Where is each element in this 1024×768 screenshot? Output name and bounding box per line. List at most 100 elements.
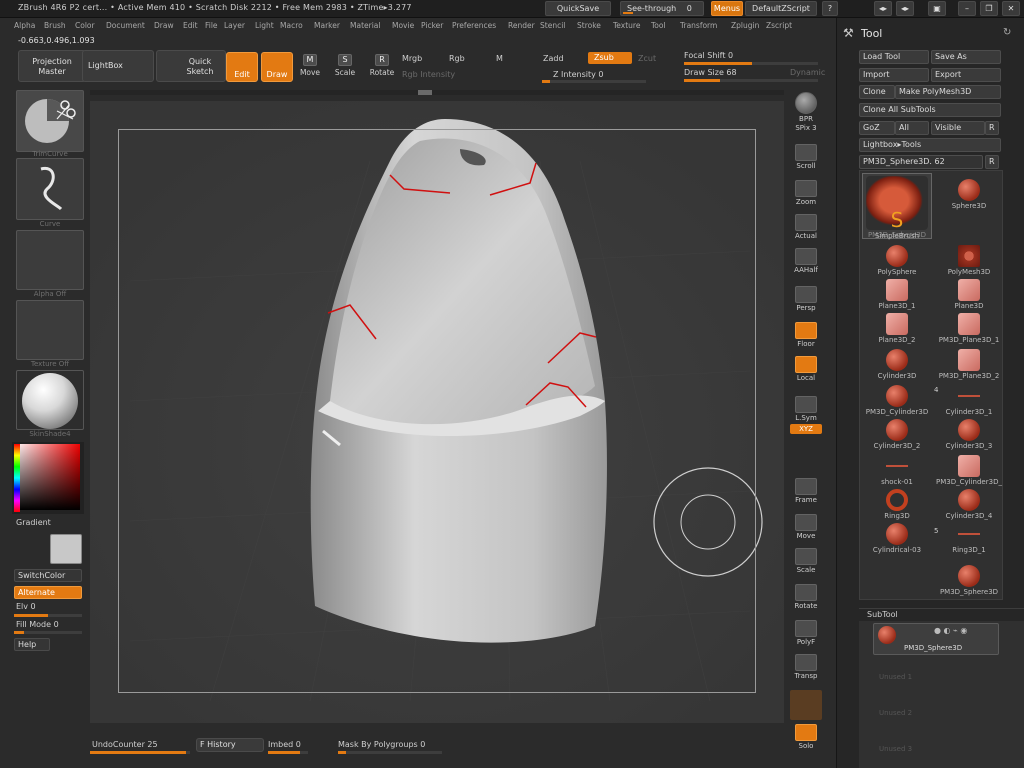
imbed-slider[interactable]: Imbed 0	[268, 740, 301, 749]
lock-icon[interactable]: ▣	[928, 1, 946, 16]
restore-icon[interactable]: ❐	[980, 1, 998, 16]
tool-item-ring3d-1[interactable]: Ring3D_1	[934, 523, 1004, 554]
projection-master-button[interactable]: Projection Master	[18, 50, 86, 82]
shelf-local-button[interactable]: Local	[790, 356, 822, 382]
alpha-thumbnail[interactable]	[16, 230, 84, 290]
zsub-button[interactable]: Zsub	[588, 52, 632, 64]
document-canvas[interactable]	[90, 101, 784, 723]
switchcolor-button[interactable]: SwitchColor	[14, 569, 82, 582]
lightbox-tools-button[interactable]: Lightbox▸Tools	[859, 138, 1001, 152]
menu-item-alpha[interactable]: Alpha	[14, 21, 35, 30]
tool-item-plane3d[interactable]: Plane3D	[934, 279, 1004, 310]
tool-item-pm3d-cylinder3d-[interactable]: PM3D_Cylinder3D_	[934, 455, 1004, 486]
mask-by-polygroups-slider[interactable]: Mask By Polygroups 0	[338, 740, 425, 749]
tool-item-cylindrical-03[interactable]: Cylindrical-03	[862, 523, 932, 554]
menu-item-brush[interactable]: Brush	[44, 21, 66, 30]
current-tool-r-button[interactable]: R	[985, 155, 999, 169]
menu-item-material[interactable]: Material	[350, 21, 380, 30]
menu-item-preferences[interactable]: Preferences	[452, 21, 496, 30]
tool-item-plane3d-2[interactable]: Plane3D_2	[862, 313, 932, 344]
tool-item-cylinder3d-4[interactable]: Cylinder3D_4	[934, 489, 1004, 520]
tool-item-pm3d-plane3d-2[interactable]: PM3D_Plane3D_2	[934, 349, 1004, 380]
close-icon[interactable]: ✕	[1002, 1, 1020, 16]
menu-item-transform[interactable]: Transform	[680, 21, 717, 30]
undo-track[interactable]	[90, 751, 190, 754]
fill-mode-slider[interactable]: Fill Mode 0	[16, 620, 59, 629]
z-intensity-slider[interactable]: Z Intensity 0	[553, 70, 603, 79]
rotate-button[interactable]: R Rotate	[368, 54, 396, 77]
scale-button[interactable]: S Scale	[333, 54, 357, 77]
f-history-button[interactable]: F History	[196, 738, 264, 752]
default-zscript-button[interactable]: DefaultZScript	[745, 1, 817, 16]
subtool-visibility-icon[interactable]: ● ◐ ⌁ ◉	[934, 626, 967, 635]
shelf-custom-slot[interactable]	[790, 690, 822, 720]
menu-item-draw[interactable]: Draw	[154, 21, 174, 30]
shelf-bpr-button[interactable]: BPR	[790, 92, 822, 123]
secondary-color-swatch[interactable]	[50, 534, 82, 564]
tool-item-cylinder3d-3[interactable]: Cylinder3D_3	[934, 419, 1004, 450]
z-intensity-track[interactable]	[542, 80, 646, 83]
shelf-spix-3-button[interactable]: SPix 3	[790, 124, 822, 132]
alternate-button[interactable]: Alternate	[14, 586, 82, 599]
menu-item-texture[interactable]: Texture	[613, 21, 640, 30]
tool-item-pm3d-cylinder3d[interactable]: PM3D_Cylinder3D	[862, 385, 932, 416]
focal-shift-slider[interactable]: Focal Shift 0	[684, 51, 733, 60]
help-button[interactable]: Help	[14, 638, 50, 651]
horizontal-scrollbar[interactable]	[90, 90, 784, 95]
tool-item-pm3d-plane3d-1[interactable]: PM3D_Plane3D_1	[934, 313, 1004, 344]
menu-item-zscript[interactable]: Zscript	[766, 21, 792, 30]
make-polymesh-button[interactable]: Make PolyMesh3D	[895, 85, 1001, 99]
subtool-item[interactable]: PM3D_Sphere3D ● ◐ ⌁ ◉	[873, 623, 999, 655]
menus-button[interactable]: Menus	[711, 1, 743, 16]
tool-item-pm3d-sphere3d[interactable]: PM3D_Sphere3D	[934, 565, 1004, 596]
tool-item-plane3d-1[interactable]: Plane3D_1	[862, 279, 932, 310]
dock-icon[interactable]: ↻	[1003, 27, 1011, 38]
menu-item-document[interactable]: Document	[106, 21, 145, 30]
load-tool-button[interactable]: Load Tool	[859, 50, 929, 64]
hue-strip[interactable]	[14, 444, 20, 512]
menu-item-layer[interactable]: Layer	[224, 21, 245, 30]
menu-item-picker[interactable]: Picker	[421, 21, 443, 30]
fill-mode-track[interactable]	[14, 631, 82, 634]
elv-slider[interactable]: Elv 0	[16, 602, 36, 611]
shelf-persp-button[interactable]: Persp	[790, 286, 822, 312]
edit-button[interactable]: Edit	[226, 52, 258, 82]
shelf-move-button[interactable]: Move	[790, 514, 822, 540]
draw-button[interactable]: Draw	[261, 52, 293, 82]
color-picker[interactable]	[12, 442, 84, 514]
m-button[interactable]: M	[496, 54, 503, 63]
tool-item-polymesh3d[interactable]: PolyMesh3D	[934, 245, 1004, 276]
minimize-icon[interactable]: –	[958, 1, 976, 16]
tool-item-ring3d[interactable]: Ring3D	[862, 489, 932, 520]
menu-item-edit[interactable]: Edit	[183, 21, 198, 30]
menu-item-tool[interactable]: Tool	[651, 21, 666, 30]
clone-button[interactable]: Clone	[859, 85, 895, 99]
elv-track[interactable]	[14, 614, 82, 617]
visible-button[interactable]: Visible	[931, 121, 985, 135]
save-as-button[interactable]: Save As	[931, 50, 1001, 64]
menu-item-color[interactable]: Color	[75, 21, 95, 30]
mask-by-polygroups-track[interactable]	[338, 751, 442, 754]
brush-thumbnail[interactable]	[16, 90, 84, 152]
shelf-rotate-button[interactable]: Rotate	[790, 584, 822, 610]
tool-item-sphere3d[interactable]: Sphere3D	[934, 179, 1004, 210]
export-button[interactable]: Export	[931, 68, 1001, 82]
tool-item-shock-01[interactable]: shock-01	[862, 455, 932, 486]
tool-item-simplebrush[interactable]: S SimpleBrush	[862, 209, 932, 240]
shelf-l-sym-button[interactable]: L.Sym	[790, 396, 822, 422]
undo-counter[interactable]: UndoCounter 25	[92, 740, 158, 749]
help-icon[interactable]: ?	[822, 1, 838, 16]
imbed-track[interactable]	[268, 751, 308, 754]
menu-item-marker[interactable]: Marker	[314, 21, 340, 30]
quick-sketch-button[interactable]: Quick Sketch	[156, 50, 226, 82]
quicksave-button[interactable]: QuickSave	[545, 1, 611, 16]
focal-shift-track[interactable]	[684, 62, 818, 65]
texture-thumbnail[interactable]	[16, 300, 84, 360]
prev-icon[interactable]: ◂▸	[874, 1, 892, 16]
menu-item-file[interactable]: File	[205, 21, 218, 30]
shelf-actual-button[interactable]: Actual	[790, 214, 822, 240]
draw-size-track[interactable]	[684, 79, 818, 82]
menu-item-light[interactable]: Light	[255, 21, 274, 30]
zadd-button[interactable]: Zadd	[543, 54, 564, 63]
tool-item-polysphere[interactable]: PolySphere	[862, 245, 932, 276]
